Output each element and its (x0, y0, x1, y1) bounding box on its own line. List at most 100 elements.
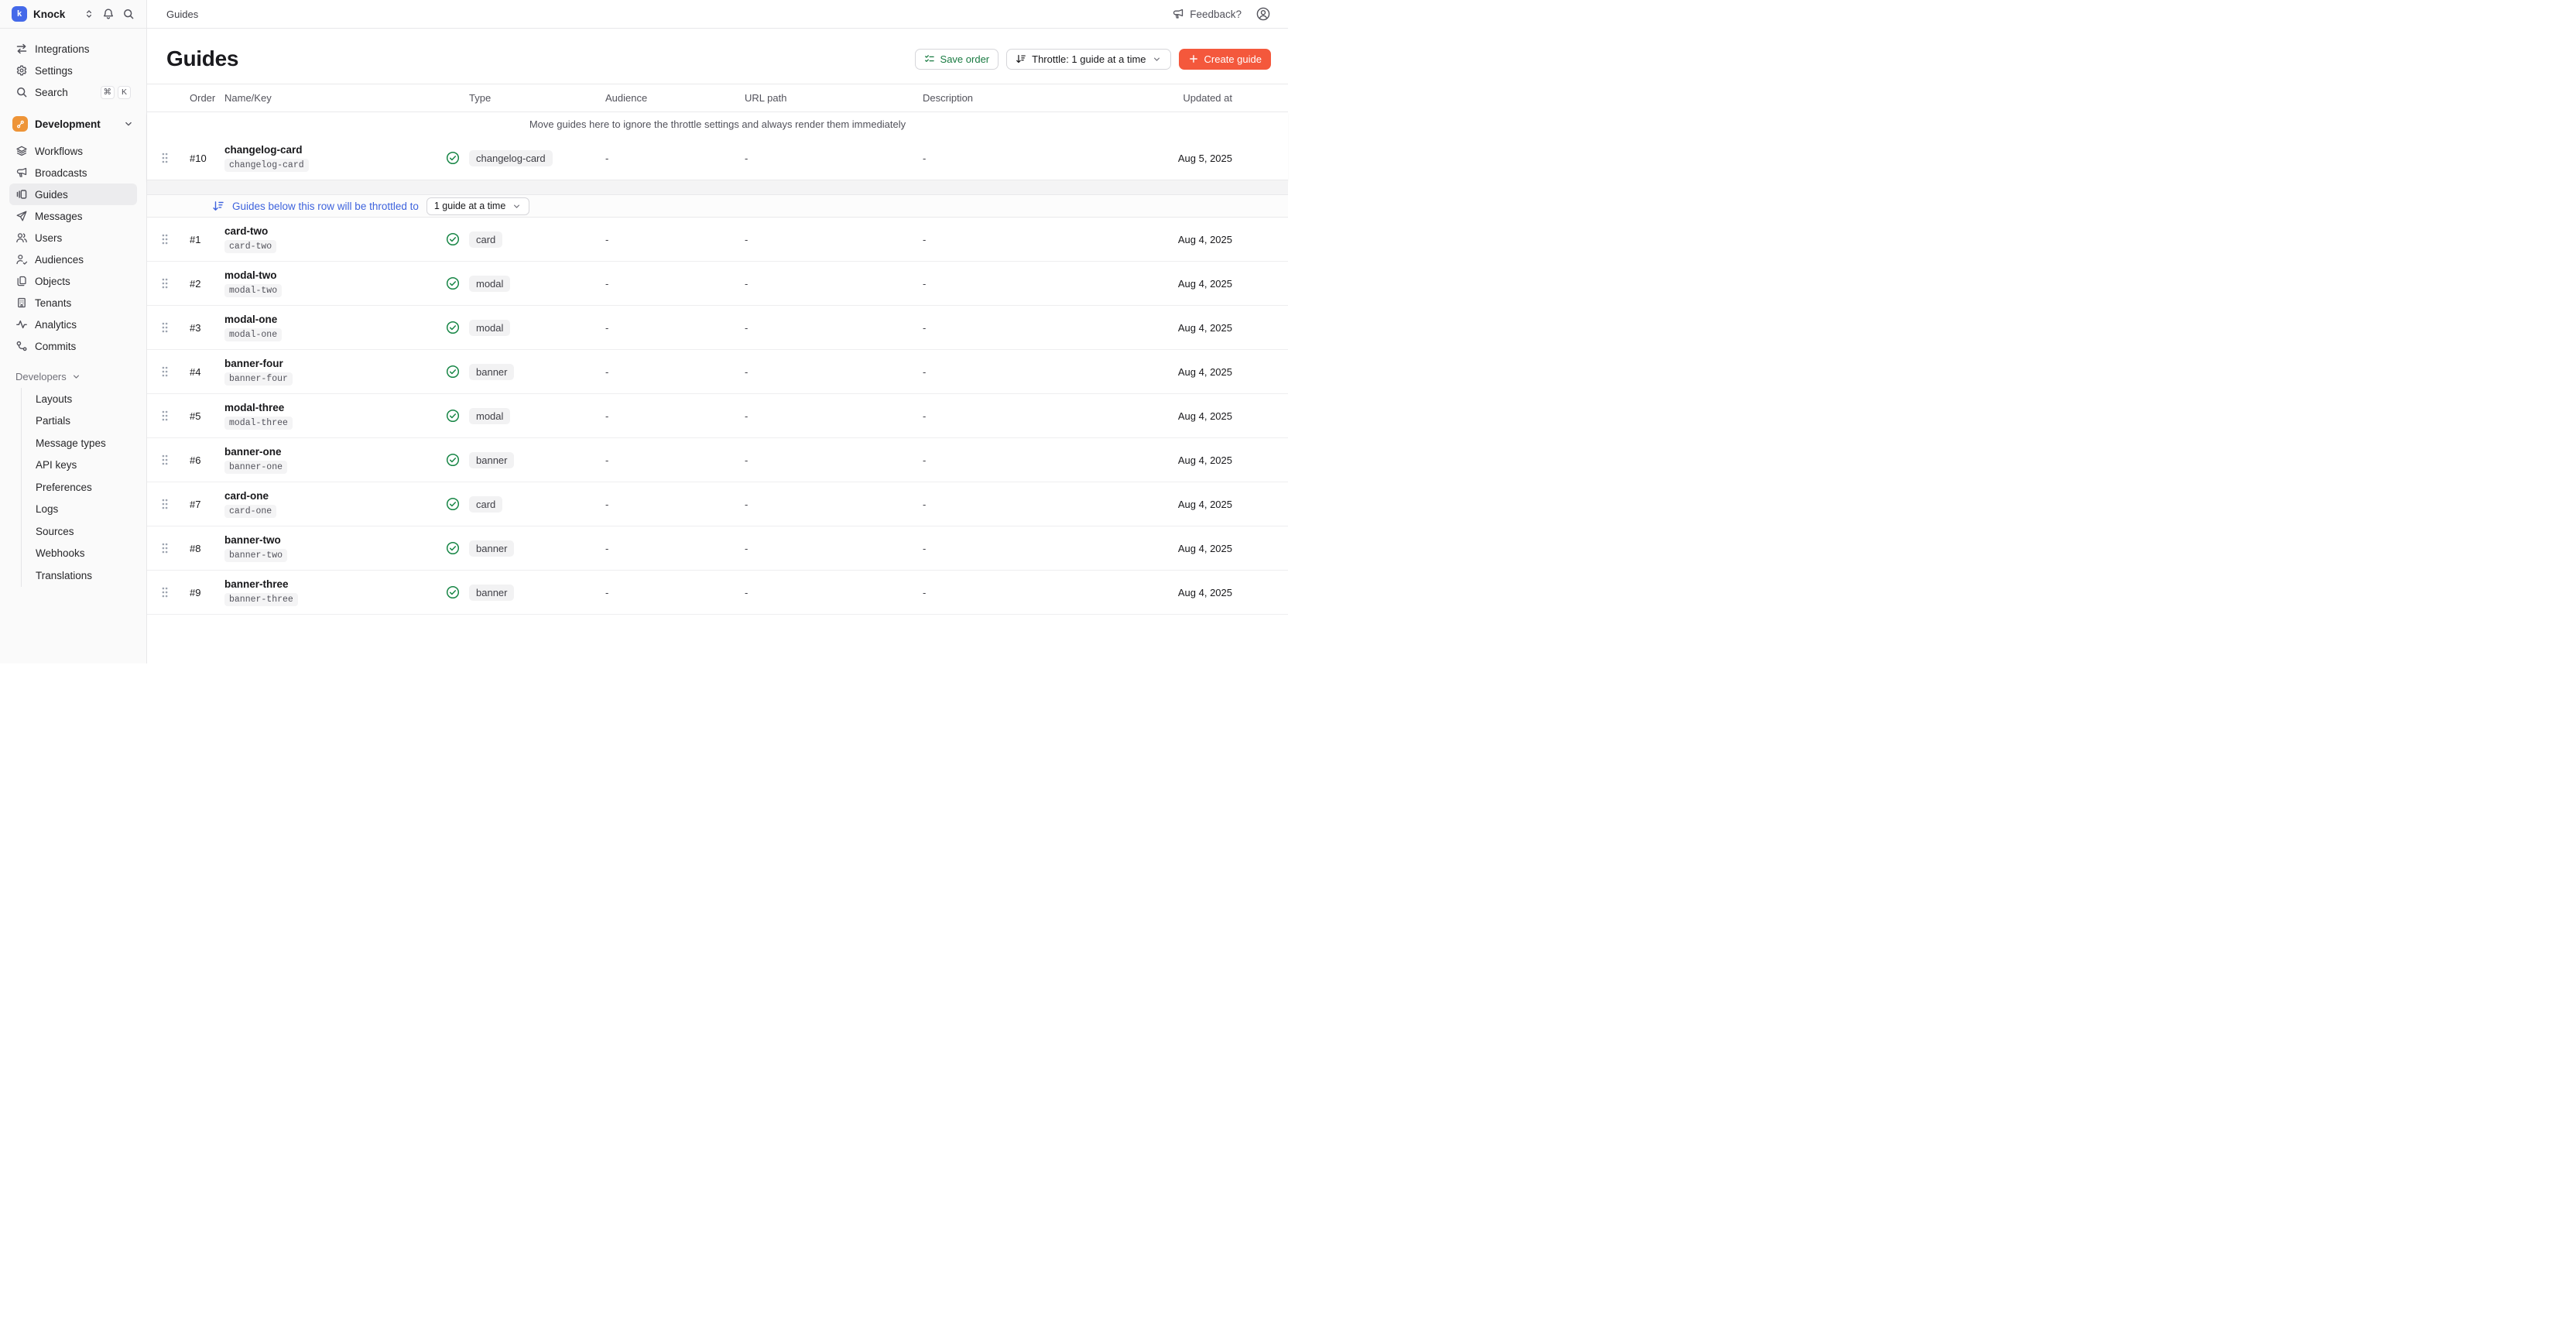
row-order: #4 (183, 366, 224, 378)
sidebar-item-audiences[interactable]: Audiences (9, 249, 137, 270)
table-row[interactable]: #2 modal-two modal-two modal - - - Aug 4… (147, 262, 1288, 306)
sidebar-item-label: Translations (36, 570, 92, 581)
guide-name-link[interactable]: changelog-card (224, 144, 303, 156)
notifications-bell-icon[interactable] (102, 8, 115, 20)
sidebar-item-webhooks[interactable]: Webhooks (31, 543, 137, 565)
url-path-value: - (735, 278, 913, 290)
developers-section-toggle[interactable]: Developers (9, 366, 137, 386)
guide-key-badge: banner-three (224, 593, 298, 606)
feedback-button[interactable]: Feedback? (1172, 8, 1242, 20)
guide-name-link[interactable]: card-two (224, 225, 268, 237)
sidebar-item-users[interactable]: Users (9, 227, 137, 249)
sidebar-item-messages[interactable]: Messages (9, 205, 137, 227)
audience-value: - (596, 366, 735, 378)
sidebar-item-sources[interactable]: Sources (31, 520, 137, 543)
table-row[interactable]: #6 banner-one banner-one banner - - - Au… (147, 438, 1288, 482)
url-path-value: - (735, 322, 913, 334)
chevron-down-icon (512, 201, 522, 211)
create-guide-label: Create guide (1204, 53, 1262, 65)
table-row[interactable]: #9 banner-three banner-three banner - - … (147, 571, 1288, 615)
guide-name-link[interactable]: banner-one (224, 446, 282, 458)
throttle-dropdown-button[interactable]: Throttle: 1 guide at a time (1006, 49, 1170, 70)
drag-handle[interactable] (161, 321, 183, 334)
table-row[interactable]: #7 card-one card-one card - - - Aug 4, 2… (147, 482, 1288, 526)
drag-handle[interactable] (161, 152, 183, 164)
audience-value: - (596, 278, 735, 290)
sidebar-item-label: Sources (36, 526, 74, 537)
sidebar-item-broadcasts[interactable]: Broadcasts (9, 162, 137, 183)
drag-handle[interactable] (161, 233, 183, 245)
sidebar-item-commits[interactable]: Commits (9, 335, 137, 357)
search-shortcut: ⌘ K (101, 86, 132, 99)
drag-handle[interactable] (161, 542, 183, 554)
sidebar-item-translations[interactable]: Translations (31, 564, 137, 587)
drag-handle[interactable] (161, 454, 183, 466)
table-row[interactable]: #5 modal-three modal-three modal - - - A… (147, 394, 1288, 438)
drag-handle[interactable] (161, 277, 183, 290)
guide-name-link[interactable]: card-one (224, 490, 269, 502)
drag-handle[interactable] (161, 365, 183, 378)
guide-key-badge: banner-one (224, 461, 287, 474)
audience-value: - (596, 322, 735, 334)
sidebar-item-search[interactable]: Search ⌘ K (9, 81, 137, 103)
active-status-check-icon (441, 232, 464, 246)
sidebar-item-label: Layouts (36, 393, 72, 405)
sidebar-nav: Integrations Settings Search ⌘ K Develop… (0, 29, 146, 664)
drag-handle[interactable] (161, 410, 183, 422)
throttle-value-label: 1 guide at a time (434, 201, 505, 211)
throttle-value-dropdown[interactable]: 1 guide at a time (426, 197, 529, 215)
description-value: - (913, 543, 1177, 554)
guide-name-link[interactable]: banner-two (224, 534, 281, 546)
active-status-check-icon (441, 585, 464, 599)
type-badge: banner (469, 452, 514, 468)
sidebar-item-partials[interactable]: Partials (31, 410, 137, 433)
table-row[interactable]: #4 banner-four banner-four banner - - - … (147, 350, 1288, 394)
url-path-value: - (735, 410, 913, 422)
sidebar-item-logs[interactable]: Logs (31, 499, 137, 521)
active-status-check-icon (441, 151, 464, 165)
guide-name-link[interactable]: banner-three (224, 578, 289, 590)
table-row[interactable]: #8 banner-two banner-two banner - - - Au… (147, 526, 1288, 571)
type-badge: card (469, 496, 502, 513)
sidebar-item-message-types[interactable]: Message types (31, 432, 137, 454)
sidebar-item-settings[interactable]: Settings (9, 60, 137, 81)
guide-name-link[interactable]: modal-one (224, 314, 277, 325)
user-circle-icon (1255, 6, 1271, 22)
search-icon[interactable] (122, 8, 135, 20)
account-menu-button[interactable] (1255, 6, 1271, 22)
guides-icon (15, 188, 28, 201)
sidebar-item-preferences[interactable]: Preferences (31, 476, 137, 499)
table-row[interactable]: #1 card-two card-two card - - - Aug 4, 2… (147, 218, 1288, 262)
sidebar-item-workflows[interactable]: Workflows (9, 140, 137, 162)
sidebar-item-layouts[interactable]: Layouts (31, 388, 137, 410)
create-guide-button[interactable]: Create guide (1179, 49, 1271, 70)
row-order: #5 (183, 410, 224, 422)
guide-key-badge: card-one (224, 505, 276, 518)
sidebar-item-label: Tenants (35, 297, 71, 309)
sidebar-item-api-keys[interactable]: API keys (31, 454, 137, 477)
sidebar-item-analytics[interactable]: Analytics (9, 314, 137, 335)
table-row[interactable]: #10 changelog-card changelog-card change… (147, 136, 1288, 180)
audience-value: - (596, 499, 735, 510)
drag-handle[interactable] (161, 586, 183, 598)
sidebar-item-label: Integrations (35, 43, 90, 55)
sidebar-item-tenants[interactable]: Tenants (9, 292, 137, 314)
sidebar-item-integrations[interactable]: Integrations (9, 38, 137, 60)
sidebar-item-objects[interactable]: Objects (9, 270, 137, 292)
guide-name-link[interactable]: modal-two (224, 269, 277, 281)
guide-name-link[interactable]: modal-three (224, 402, 284, 413)
column-header-audience: Audience (596, 92, 735, 104)
save-order-button[interactable]: Save order (915, 49, 999, 70)
updated-at-value: Aug 4, 2025 (1177, 278, 1232, 290)
table-row[interactable]: #3 modal-one modal-one modal - - - Aug 4… (147, 306, 1288, 350)
feedback-label: Feedback? (1190, 9, 1242, 20)
environment-switcher[interactable]: Development (9, 112, 137, 135)
type-badge: card (469, 231, 502, 248)
drag-handle[interactable] (161, 498, 183, 510)
dropzone-hint: Move guides here to ignore the throttle … (147, 112, 1288, 136)
building-icon (15, 297, 28, 309)
workspace-switcher-icon[interactable] (84, 9, 94, 19)
guide-name-link[interactable]: banner-four (224, 358, 283, 369)
row-order: #1 (183, 234, 224, 245)
sidebar-item-guides[interactable]: Guides (9, 183, 137, 205)
